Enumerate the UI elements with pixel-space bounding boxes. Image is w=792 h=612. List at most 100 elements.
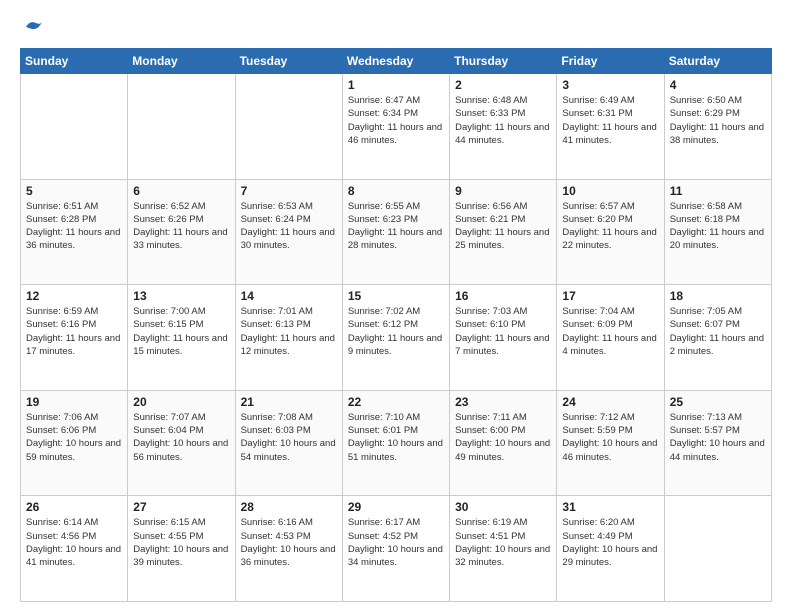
calendar-week-row: 5 Sunrise: 6:51 AMSunset: 6:28 PMDaylight… [21,179,772,285]
day-number: 10 [562,184,658,198]
day-info: Sunrise: 7:07 AMSunset: 6:04 PMDaylight:… [133,411,229,464]
day-number: 2 [455,78,551,92]
day-number: 15 [348,289,444,303]
day-info: Sunrise: 6:58 AMSunset: 6:18 PMDaylight:… [670,200,766,253]
day-info: Sunrise: 6:50 AMSunset: 6:29 PMDaylight:… [670,94,766,147]
calendar-week-row: 19 Sunrise: 7:06 AMSunset: 6:06 PMDayligh… [21,390,772,496]
day-number: 3 [562,78,658,92]
table-row: 10 Sunrise: 6:57 AMSunset: 6:20 PMDayligh… [557,179,664,285]
table-row [664,496,771,602]
col-friday: Friday [557,49,664,74]
calendar-header-row: Sunday Monday Tuesday Wednesday Thursday… [21,49,772,74]
table-row: 26 Sunrise: 6:14 AMSunset: 4:56 PMDayligh… [21,496,128,602]
day-number: 1 [348,78,444,92]
day-info: Sunrise: 6:47 AMSunset: 6:34 PMDaylight:… [348,94,444,147]
table-row: 21Sunrise: 7:08 AMSunset: 6:03 PMDayligh… [235,390,342,496]
day-number: 20 [133,395,229,409]
day-number: 6 [133,184,229,198]
day-info: Sunrise: 7:10 AMSunset: 6:01 PMDaylight:… [348,411,444,464]
day-number: 27 [133,500,229,514]
logo [20,16,44,38]
day-number: 18 [670,289,766,303]
col-saturday: Saturday [664,49,771,74]
calendar-week-row: 1 Sunrise: 6:47 AMSunset: 6:34 PMDaylight… [21,74,772,180]
calendar-table: Sunday Monday Tuesday Wednesday Thursday… [20,48,772,602]
table-row: 13Sunrise: 7:00 AMSunset: 6:15 PMDayligh… [128,285,235,391]
table-row: 15Sunrise: 7:02 AMSunset: 6:12 PMDayligh… [342,285,449,391]
table-row: 20 Sunrise: 7:07 AMSunset: 6:04 PMDayligh… [128,390,235,496]
day-number: 14 [241,289,337,303]
table-row: 9Sunrise: 6:56 AMSunset: 6:21 PMDaylight… [450,179,557,285]
table-row: 3 Sunrise: 6:49 AMSunset: 6:31 PMDaylight… [557,74,664,180]
table-row [235,74,342,180]
day-info: Sunrise: 6:57 AMSunset: 6:20 PMDaylight:… [562,200,658,253]
table-row: 6 Sunrise: 6:52 AMSunset: 6:26 PMDaylight… [128,179,235,285]
table-row: 30Sunrise: 6:19 AMSunset: 4:51 PMDayligh… [450,496,557,602]
table-row: 31 Sunrise: 6:20 AMSunset: 4:49 PMDayligh… [557,496,664,602]
day-number: 19 [26,395,122,409]
table-row: 28 Sunrise: 6:16 AMSunset: 4:53 PMDayligh… [235,496,342,602]
day-info: Sunrise: 6:19 AMSunset: 4:51 PMDaylight:… [455,516,551,569]
day-info: Sunrise: 6:15 AMSunset: 4:55 PMDaylight:… [133,516,229,569]
day-number: 29 [348,500,444,514]
table-row: 1 Sunrise: 6:47 AMSunset: 6:34 PMDaylight… [342,74,449,180]
day-number: 7 [241,184,337,198]
day-number: 17 [562,289,658,303]
day-number: 25 [670,395,766,409]
table-row: 4 Sunrise: 6:50 AMSunset: 6:29 PMDaylight… [664,74,771,180]
day-info: Sunrise: 6:14 AMSunset: 4:56 PMDaylight:… [26,516,122,569]
day-number: 31 [562,500,658,514]
day-info: Sunrise: 6:16 AMSunset: 4:53 PMDaylight:… [241,516,337,569]
day-number: 4 [670,78,766,92]
day-info: Sunrise: 7:13 AMSunset: 5:57 PMDaylight:… [670,411,766,464]
col-monday: Monday [128,49,235,74]
day-number: 9 [455,184,551,198]
logo-icon [22,16,44,38]
table-row: 8 Sunrise: 6:55 AMSunset: 6:23 PMDaylight… [342,179,449,285]
table-row: 25 Sunrise: 7:13 AMSunset: 5:57 PMDayligh… [664,390,771,496]
day-number: 22 [348,395,444,409]
day-info: Sunrise: 7:00 AMSunset: 6:15 PMDaylight:… [133,305,229,358]
table-row: 23Sunrise: 7:11 AMSunset: 6:00 PMDayligh… [450,390,557,496]
table-row: 14Sunrise: 7:01 AMSunset: 6:13 PMDayligh… [235,285,342,391]
table-row [128,74,235,180]
day-number: 28 [241,500,337,514]
day-info: Sunrise: 7:04 AMSunset: 6:09 PMDaylight:… [562,305,658,358]
table-row: 12Sunrise: 6:59 AMSunset: 6:16 PMDayligh… [21,285,128,391]
day-info: Sunrise: 6:52 AMSunset: 6:26 PMDaylight:… [133,200,229,253]
table-row: 17 Sunrise: 7:04 AMSunset: 6:09 PMDayligh… [557,285,664,391]
day-number: 24 [562,395,658,409]
table-row [21,74,128,180]
day-info: Sunrise: 6:51 AMSunset: 6:28 PMDaylight:… [26,200,122,253]
day-info: Sunrise: 6:49 AMSunset: 6:31 PMDaylight:… [562,94,658,147]
day-number: 21 [241,395,337,409]
day-info: Sunrise: 6:55 AMSunset: 6:23 PMDaylight:… [348,200,444,253]
col-sunday: Sunday [21,49,128,74]
day-info: Sunrise: 6:17 AMSunset: 4:52 PMDaylight:… [348,516,444,569]
table-row: 7 Sunrise: 6:53 AMSunset: 6:24 PMDaylight… [235,179,342,285]
table-row: 18 Sunrise: 7:05 AMSunset: 6:07 PMDayligh… [664,285,771,391]
page: Sunday Monday Tuesday Wednesday Thursday… [0,0,792,612]
col-tuesday: Tuesday [235,49,342,74]
day-number: 26 [26,500,122,514]
table-row: 22 Sunrise: 7:10 AMSunset: 6:01 PMDayligh… [342,390,449,496]
day-info: Sunrise: 6:20 AMSunset: 4:49 PMDaylight:… [562,516,658,569]
calendar-week-row: 26 Sunrise: 6:14 AMSunset: 4:56 PMDayligh… [21,496,772,602]
day-number: 8 [348,184,444,198]
day-info: Sunrise: 6:53 AMSunset: 6:24 PMDaylight:… [241,200,337,253]
table-row: 11 Sunrise: 6:58 AMSunset: 6:18 PMDayligh… [664,179,771,285]
table-row: 5 Sunrise: 6:51 AMSunset: 6:28 PMDaylight… [21,179,128,285]
table-row: 24Sunrise: 7:12 AMSunset: 5:59 PMDayligh… [557,390,664,496]
day-info: Sunrise: 6:48 AMSunset: 6:33 PMDaylight:… [455,94,551,147]
day-number: 5 [26,184,122,198]
day-info: Sunrise: 6:59 AMSunset: 6:16 PMDaylight:… [26,305,122,358]
day-number: 11 [670,184,766,198]
table-row: 29 Sunrise: 6:17 AMSunset: 4:52 PMDayligh… [342,496,449,602]
col-thursday: Thursday [450,49,557,74]
table-row: 27 Sunrise: 6:15 AMSunset: 4:55 PMDayligh… [128,496,235,602]
table-row: 2 Sunrise: 6:48 AMSunset: 6:33 PMDaylight… [450,74,557,180]
table-row: 19 Sunrise: 7:06 AMSunset: 6:06 PMDayligh… [21,390,128,496]
day-info: Sunrise: 7:05 AMSunset: 6:07 PMDaylight:… [670,305,766,358]
day-info: Sunrise: 7:06 AMSunset: 6:06 PMDaylight:… [26,411,122,464]
calendar-week-row: 12Sunrise: 6:59 AMSunset: 6:16 PMDayligh… [21,285,772,391]
